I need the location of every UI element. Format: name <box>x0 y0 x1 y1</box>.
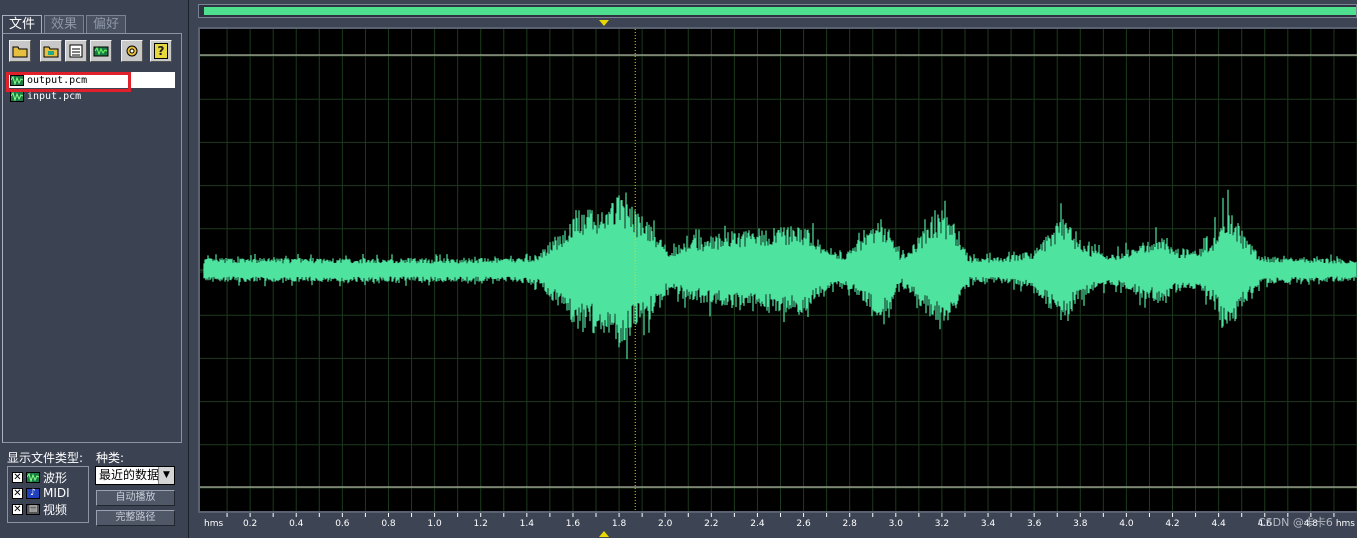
file-toolbar: ? <box>9 40 172 62</box>
help-icon: ? <box>153 43 169 59</box>
folder-open-icon <box>12 46 28 58</box>
file-name: input.pcm <box>27 90 82 102</box>
options-button[interactable] <box>121 40 143 62</box>
ruler-tick-label: 4.2 <box>1165 519 1179 529</box>
ruler-tick-label: 1.0 <box>427 519 442 529</box>
ruler-tick-label: 2.0 <box>658 519 673 529</box>
waveform-canvas <box>200 29 1357 511</box>
time-ruler: hms 0.2 0.4 0.6 0.8 1.0 1.2 1.4 1.6 1.8 2.0 2.2 2.4 2… <box>198 513 1357 531</box>
tab-favorites[interactable]: 偏好 <box>86 15 127 33</box>
highlight-annotation-box <box>6 72 131 92</box>
watermark-text: CSDN @卡卡6 <box>1258 516 1333 529</box>
ruler-tick-label: 3.2 <box>935 519 949 529</box>
type-waveform-option[interactable]: ✕ 波形 <box>12 469 67 485</box>
type-label: MIDI <box>43 486 70 500</box>
help-button[interactable]: ? <box>150 40 172 62</box>
ruler-tick-label: 0.2 <box>243 519 257 529</box>
waveform-display[interactable] <box>198 27 1357 513</box>
file-list-panel: ? output.pcm input.pcm <box>2 33 182 443</box>
type-midi-option[interactable]: ✕ ♪ MIDI <box>12 485 70 501</box>
organizer-panel: 文件 效果 偏好 ? output.pcm input.pcm 显示文件类型: … <box>0 0 189 538</box>
waveform-insert-icon <box>93 46 109 57</box>
playhead-top-marker-icon[interactable] <box>599 20 609 26</box>
type-label: 视频 <box>43 502 68 517</box>
ruler-tick-label: 4.0 <box>1119 519 1134 529</box>
ruler-tick-label: 2.4 <box>750 519 765 529</box>
ruler-tick-label: 1.6 <box>566 519 581 529</box>
import-button[interactable] <box>40 40 62 62</box>
ruler-tick-label: 4.4 <box>1211 519 1226 529</box>
ruler-tick-label: 1.8 <box>612 519 627 529</box>
midi-note-icon: ♪ <box>26 487 40 499</box>
ruler-end-unit-label: hms <box>1336 519 1355 529</box>
gear-options-icon <box>126 45 138 57</box>
ruler-tick-label: 3.8 <box>1073 519 1088 529</box>
ruler-tick-label: 0.4 <box>289 519 304 529</box>
ruler-tick-label: 3.4 <box>981 519 996 529</box>
tab-files[interactable]: 文件 <box>2 15 43 33</box>
waveform-icon <box>26 471 40 483</box>
audio-editor-window: 文件 效果 偏好 ? output.pcm input.pcm 显示文件类型: … <box>0 0 1357 538</box>
folder-import-icon <box>43 46 59 58</box>
kind-select-value: 最近的数据 <box>99 468 160 482</box>
overview-range[interactable] <box>204 7 1356 15</box>
kind-label: 种类: <box>96 451 125 465</box>
ruler-tick-label: 3.6 <box>1027 519 1042 529</box>
time-ruler-canvas: hms 0.2 0.4 0.6 0.8 1.0 1.2 1.4 1.6 1.8 2.0 2.2 2.4 2… <box>204 513 1355 529</box>
ruler-tick-label: 2.6 <box>796 519 811 529</box>
video-checkbox[interactable]: ✕ <box>12 503 23 515</box>
waveform-checkbox[interactable]: ✕ <box>12 471 23 483</box>
tab-effects[interactable]: 效果 <box>44 15 85 33</box>
autoplay-button[interactable]: 自动播放 <box>96 490 175 506</box>
ruler-tick-label: 0.6 <box>335 519 350 529</box>
close-file-button[interactable] <box>65 40 87 62</box>
organizer-tabs: 文件 效果 偏好 <box>2 15 128 33</box>
playhead-bottom-marker-icon[interactable] <box>599 531 609 537</box>
ruler-tick-label: 2.2 <box>704 519 718 529</box>
chevron-down-icon[interactable]: ▼ <box>158 467 174 484</box>
ruler-tick-label: 1.2 <box>474 519 488 529</box>
type-label: 波形 <box>43 470 68 485</box>
file-types-label: 显示文件类型: <box>7 451 84 465</box>
midi-checkbox[interactable]: ✕ <box>12 487 23 499</box>
video-icon: ▤ <box>26 503 40 515</box>
fullpath-button[interactable]: 完整路径 <box>96 510 175 526</box>
file-types-box: ✕ 波形 ✕ ♪ MIDI ✕ ▤ 视频 <box>7 466 89 523</box>
insert-waveform-button[interactable] <box>90 40 112 62</box>
ruler-tick-label: 0.8 <box>381 519 396 529</box>
ruler-tick-label: 2.8 <box>843 519 858 529</box>
ruler-tick-label: 3.0 <box>889 519 904 529</box>
ruler-unit-label: hms <box>204 519 223 529</box>
kind-select[interactable]: 最近的数据 ▼ <box>95 466 175 485</box>
waveform-file-icon <box>10 90 24 102</box>
overview-scroll-bar[interactable] <box>198 4 1357 18</box>
ruler-tick-label: 1.4 <box>520 519 535 529</box>
type-video-option[interactable]: ✕ ▤ 视频 <box>12 501 67 517</box>
open-file-button[interactable] <box>9 40 31 62</box>
document-close-icon <box>69 44 83 58</box>
